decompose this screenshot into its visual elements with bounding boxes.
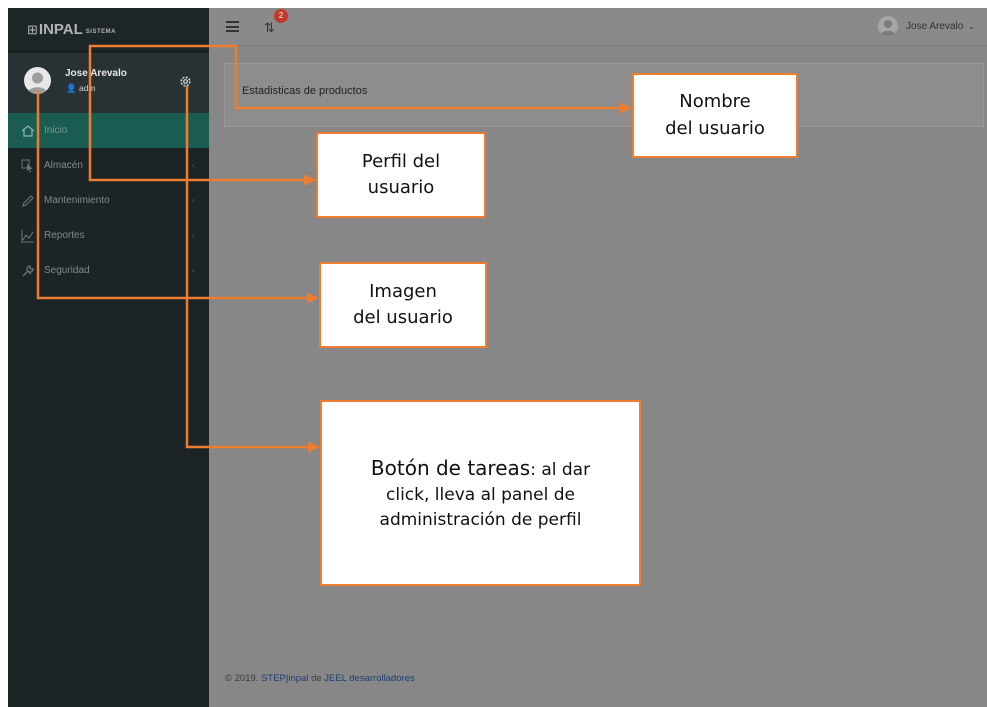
callout-nombre-usuario: Nombre del usuario xyxy=(632,73,798,158)
callout-perfil-usuario: Perfil del usuario xyxy=(316,132,486,218)
callout-line: usuario xyxy=(367,177,435,198)
annotation-connectors xyxy=(36,44,632,453)
callout-line: del usuario xyxy=(665,117,765,139)
callout-line: administración de perfil xyxy=(379,509,582,530)
callout-text: : al dar xyxy=(530,459,591,480)
callout-imagen-usuario: Imagen del usuario xyxy=(319,262,487,348)
callout-boton-tareas: Botón de tareas: al dar click, lleva al … xyxy=(320,400,641,586)
callout-line: Imagen xyxy=(369,280,437,302)
callout-line: Nombre xyxy=(679,91,751,113)
callout-line: Botón de tareas: al dar xyxy=(371,454,590,483)
callout-line: del usuario xyxy=(353,307,453,328)
callout-line: Perfil del xyxy=(361,150,441,172)
callout-title: Botón de tareas xyxy=(370,455,531,480)
callout-line: click, lleva al panel de xyxy=(386,484,575,505)
